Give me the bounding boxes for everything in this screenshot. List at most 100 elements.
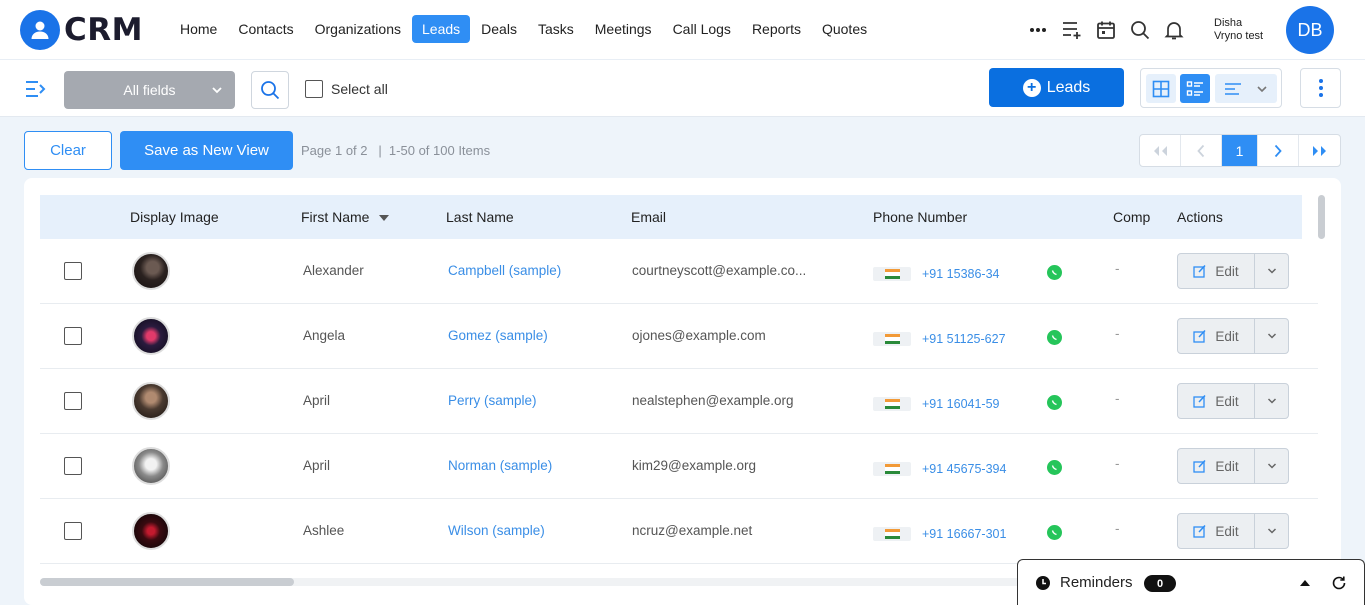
header-actions: Actions [1177, 209, 1223, 225]
horizontal-scrollbar-thumb[interactable] [40, 578, 294, 586]
row-checkbox[interactable] [64, 327, 82, 345]
sidebar-toggle-icon[interactable] [24, 79, 48, 99]
edit-button[interactable]: Edit [1178, 254, 1255, 288]
edit-button-group: Edit [1177, 448, 1289, 484]
nav-leads[interactable]: Leads [412, 15, 471, 43]
nav-reports[interactable]: Reports [742, 15, 811, 43]
edit-button[interactable]: Edit [1178, 449, 1255, 483]
nav-quotes[interactable]: Quotes [812, 15, 877, 43]
edit-icon [1193, 459, 1206, 473]
bell-icon[interactable] [1160, 16, 1188, 44]
company-cell: - [1115, 521, 1120, 536]
user-info[interactable]: Disha Vryno test [1214, 17, 1263, 43]
row-checkbox[interactable] [64, 457, 82, 475]
edit-label: Edit [1215, 393, 1239, 409]
chevron-down-icon [1257, 85, 1267, 92]
refresh-icon[interactable] [1331, 575, 1347, 591]
table-row[interactable]: Alexander Campbell (sample) courtneyscot… [40, 239, 1318, 304]
save-new-view-button[interactable]: Save as New View [120, 131, 293, 170]
row-checkbox[interactable] [64, 392, 82, 410]
list-view-icon[interactable] [1180, 74, 1210, 103]
row-checkbox[interactable] [64, 522, 82, 540]
lead-avatar [132, 252, 170, 290]
select-all[interactable]: Select all [305, 80, 388, 98]
table-row[interactable]: April Perry (sample) nealstephen@example… [40, 369, 1318, 434]
clear-button[interactable]: Clear [24, 131, 112, 170]
edit-button[interactable]: Edit [1178, 384, 1255, 418]
nav-organizations[interactable]: Organizations [305, 15, 411, 43]
calendar-icon[interactable] [1092, 16, 1120, 44]
select-all-checkbox[interactable] [305, 80, 323, 98]
row-checkbox[interactable] [64, 262, 82, 280]
edit-dropdown-button[interactable] [1255, 384, 1288, 418]
prev-page-button[interactable] [1181, 135, 1222, 166]
phone-link[interactable]: +91 16667-301 [922, 527, 1006, 541]
search-icon[interactable] [1126, 16, 1154, 44]
header-last-name[interactable]: Last Name [446, 209, 514, 225]
phone-link[interactable]: +91 15386-34 [922, 267, 1000, 281]
top-navigation: CRM Home Contacts Organizations Leads De… [0, 0, 1365, 60]
last-name-link[interactable]: Wilson (sample) [448, 523, 545, 538]
current-page-button[interactable]: 1 [1222, 135, 1258, 166]
edit-dropdown-button[interactable] [1255, 449, 1288, 483]
leads-table-card: Display Image First Name Last Name Email… [24, 178, 1341, 605]
logo-text: CRM [64, 12, 143, 48]
header-display-image: Display Image [130, 209, 219, 225]
chevron-down-icon [211, 83, 223, 99]
more-horizontal-icon[interactable] [1024, 16, 1052, 44]
next-page-button[interactable] [1258, 135, 1299, 166]
field-filter-select[interactable]: All fields [64, 71, 235, 109]
whatsapp-icon[interactable] [1047, 330, 1062, 345]
edit-button-group: Edit [1177, 513, 1289, 549]
edit-button[interactable]: Edit [1178, 514, 1255, 548]
reminders-panel[interactable]: Reminders 0 [1017, 559, 1365, 605]
nav-tasks[interactable]: Tasks [528, 15, 584, 43]
kanban-view-dropdown[interactable] [1215, 74, 1277, 103]
grid-view-icon[interactable] [1146, 74, 1176, 103]
edit-dropdown-button[interactable] [1255, 254, 1288, 288]
nav-call-logs[interactable]: Call Logs [663, 15, 741, 43]
edit-label: Edit [1215, 328, 1239, 344]
more-options-button[interactable] [1300, 68, 1341, 108]
last-name-link[interactable]: Perry (sample) [448, 393, 537, 408]
last-page-button[interactable] [1299, 135, 1340, 166]
header-phone[interactable]: Phone Number [873, 209, 967, 225]
whatsapp-icon[interactable] [1047, 395, 1062, 410]
edit-dropdown-button[interactable] [1255, 319, 1288, 353]
phone-link[interactable]: +91 45675-394 [922, 462, 1006, 476]
more-vertical-icon [1318, 79, 1323, 97]
edit-icon [1193, 264, 1206, 278]
first-page-button[interactable] [1140, 135, 1181, 166]
whatsapp-icon[interactable] [1047, 460, 1062, 475]
header-first-name[interactable]: First Name [301, 209, 390, 225]
vertical-scrollbar[interactable] [1318, 195, 1325, 239]
table-row[interactable]: April Norman (sample) kim29@example.org … [40, 434, 1318, 499]
phone-link[interactable]: +91 16041-59 [922, 397, 1000, 411]
edit-label: Edit [1215, 263, 1239, 279]
add-list-icon[interactable] [1058, 16, 1086, 44]
caret-up-icon[interactable] [1299, 579, 1311, 587]
table-row[interactable]: Ashlee Wilson (sample) ncruz@example.net… [40, 499, 1318, 564]
whatsapp-icon[interactable] [1047, 525, 1062, 540]
edit-dropdown-button[interactable] [1255, 514, 1288, 548]
header-company[interactable]: Comp [1113, 209, 1153, 225]
whatsapp-icon[interactable] [1047, 265, 1062, 280]
edit-button[interactable]: Edit [1178, 319, 1255, 353]
header-email[interactable]: Email [631, 209, 666, 225]
nav-deals[interactable]: Deals [471, 15, 527, 43]
crm-logo[interactable]: CRM [20, 10, 143, 50]
nav-meetings[interactable]: Meetings [585, 15, 662, 43]
last-name-link[interactable]: Norman (sample) [448, 458, 552, 473]
phone-link[interactable]: +91 51125-627 [922, 332, 1006, 346]
search-button[interactable] [251, 71, 289, 109]
header-first-name-label: First Name [301, 209, 370, 225]
chevron-down-icon [1267, 268, 1276, 274]
user-logo-icon [20, 10, 60, 50]
last-name-link[interactable]: Gomez (sample) [448, 328, 548, 343]
add-leads-button[interactable]: + Leads [989, 68, 1124, 107]
table-row[interactable]: Angela Gomez (sample) ojones@example.com… [40, 304, 1318, 369]
nav-contacts[interactable]: Contacts [228, 15, 303, 43]
last-name-link[interactable]: Campbell (sample) [448, 263, 561, 278]
user-avatar[interactable]: DB [1286, 6, 1334, 54]
nav-home[interactable]: Home [170, 15, 227, 43]
